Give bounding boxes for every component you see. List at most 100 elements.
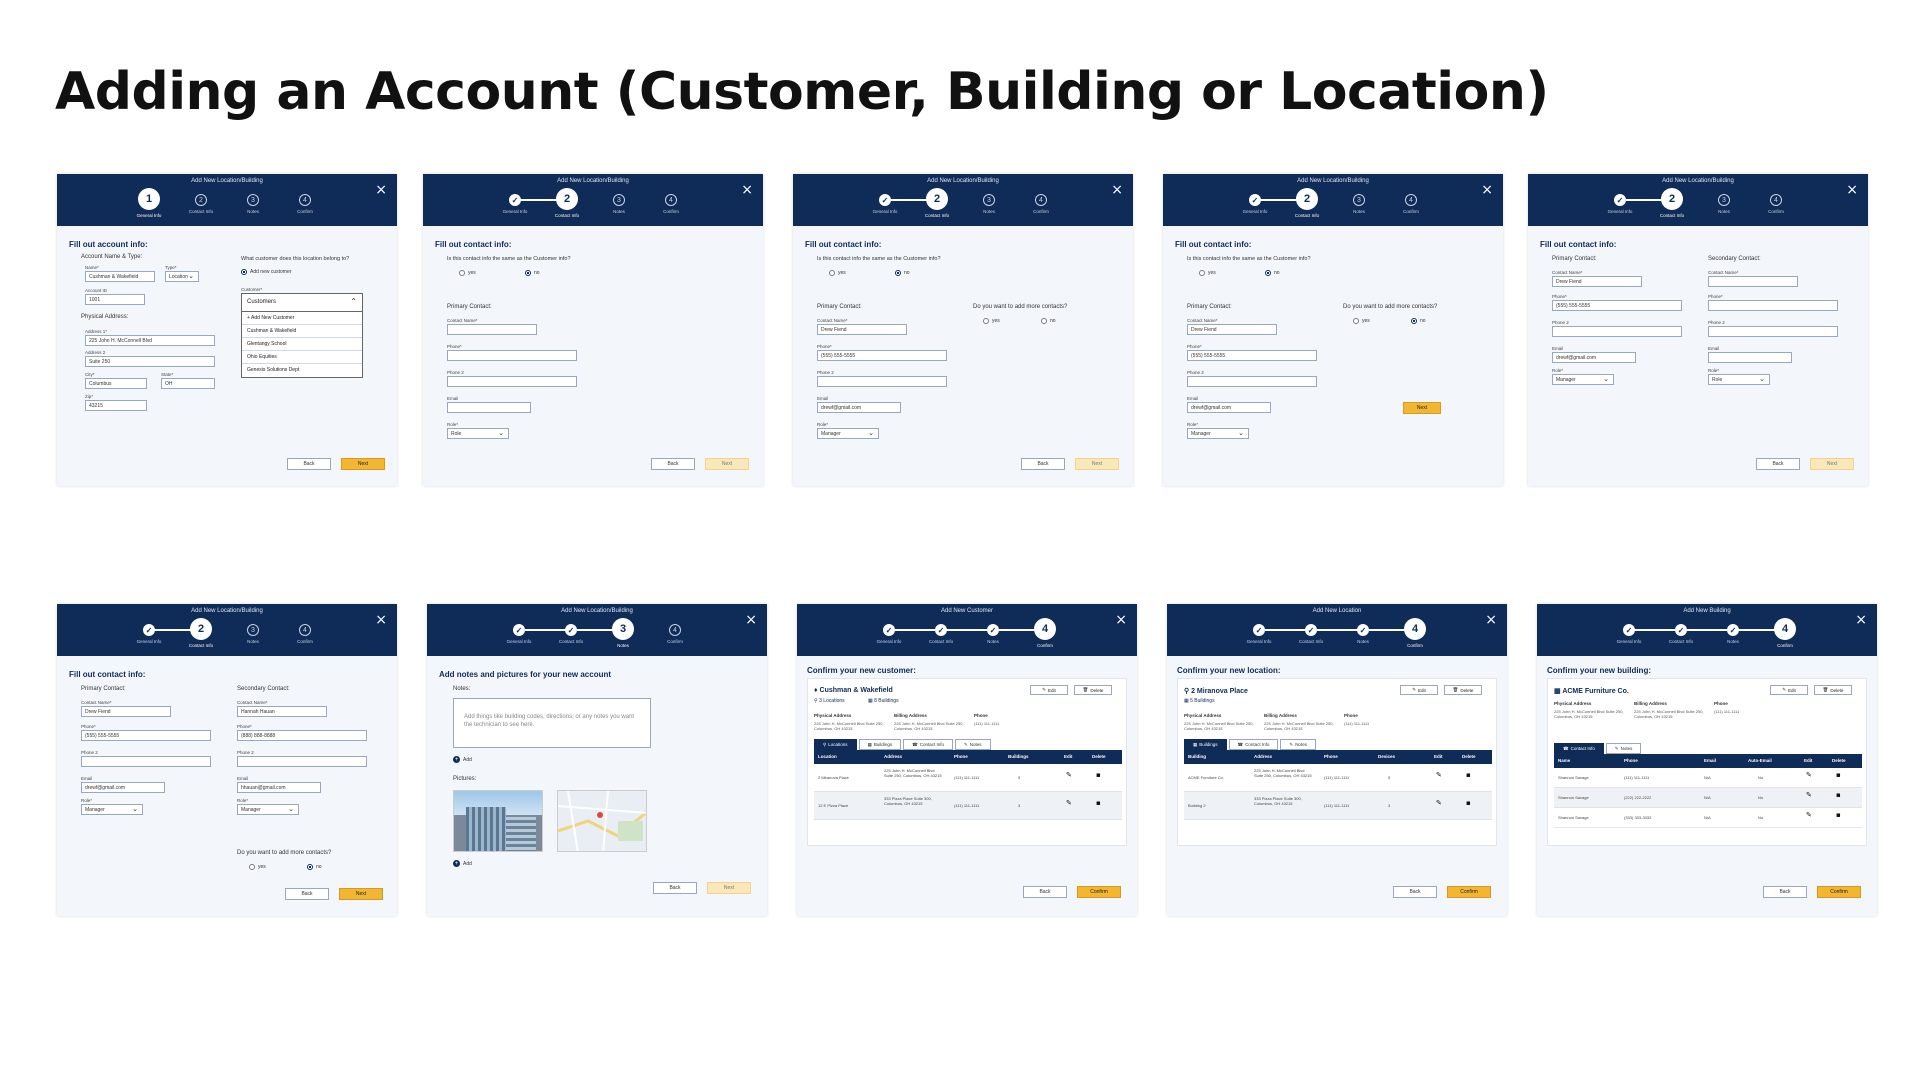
close-icon[interactable]: × <box>1115 612 1127 628</box>
yes-radio[interactable]: yes <box>1199 270 1216 276</box>
role-select[interactable]: Manager ⌄ <box>817 428 879 439</box>
table-row[interactable]: Shannon Savage (111) 111-1111 N/A No ✎ ▪ <box>1554 768 1862 788</box>
secondary-email-input[interactable] <box>1708 352 1792 363</box>
more-yes-radio[interactable]: yes <box>983 318 1000 324</box>
phone-input[interactable]: (555) 555-5555 <box>1187 350 1317 361</box>
edit-button[interactable]: ✎ Edit <box>1030 685 1068 695</box>
primary-email-input[interactable]: drewf@gmail.com <box>1552 352 1636 363</box>
back-button[interactable]: Back <box>1023 886 1067 898</box>
back-button[interactable]: Back <box>285 888 329 900</box>
table-row[interactable]: Building 2 333 Pizza Place Suite 300, Co… <box>1184 792 1492 820</box>
back-button[interactable]: Back <box>651 458 695 470</box>
table-row[interactable]: ACME Furniture Co. 225 John H. McConnell… <box>1184 764 1492 792</box>
primary-phone2-input[interactable] <box>81 756 211 767</box>
primary-role-select[interactable]: Manager ⌄ <box>1552 374 1614 385</box>
state-input[interactable]: OH <box>161 378 215 389</box>
role-select[interactable]: Role ⌄ <box>447 428 509 439</box>
tab-buildings[interactable]: ▦ Buildings <box>858 739 902 750</box>
dropdown-item[interactable]: Genesis Solutions Dept <box>242 364 362 377</box>
phone2-input[interactable] <box>817 376 947 387</box>
yes-radio[interactable]: yes <box>459 270 476 276</box>
primary-contact-name-input[interactable]: Drew Fiend <box>81 706 171 717</box>
dropdown-item[interactable]: Cushman & Wakefield <box>242 325 362 338</box>
secondary-phone2-input[interactable] <box>1708 326 1838 337</box>
table-row[interactable]: 2 Miranova Place 225 John H. McConnell B… <box>814 764 1122 792</box>
secondary-contact-name-input[interactable] <box>1708 276 1798 287</box>
table-row[interactable]: 12 E Pizza Place 333 Pizza Place Suite 3… <box>814 792 1122 820</box>
close-icon[interactable]: × <box>1481 182 1493 198</box>
close-icon[interactable]: × <box>745 612 757 628</box>
add-picture-button[interactable]: + Add <box>453 860 472 867</box>
tab-notes[interactable]: ✎ Notes <box>954 739 991 750</box>
primary-phone2-input[interactable] <box>1552 326 1682 337</box>
contact-name-input[interactable]: Drew Fiend <box>1187 324 1277 335</box>
no-radio[interactable]: no <box>895 270 910 276</box>
back-button[interactable]: Back <box>287 458 331 470</box>
confirm-button[interactable]: Confirm <box>1817 886 1861 898</box>
address1-input[interactable]: 225 John H. McConnell Blvd <box>85 335 215 346</box>
secondary-role-select[interactable]: Manager ⌄ <box>237 804 299 815</box>
secondary-phone2-input[interactable] <box>237 756 367 767</box>
close-icon[interactable]: × <box>375 182 387 198</box>
email-input[interactable]: drewf@gmail.com <box>817 402 901 413</box>
next-button[interactable]: Next <box>341 458 385 470</box>
next-button[interactable]: Next <box>707 882 751 894</box>
secondary-phone-input[interactable]: (888) 888-8888 <box>237 730 367 741</box>
more-no-radio[interactable]: no <box>1041 318 1056 324</box>
secondary-role-select[interactable]: Role ⌄ <box>1708 374 1770 385</box>
table-row[interactable]: Shannon Savage (222) 222-2222 N/A No ✎ ▪ <box>1554 788 1862 808</box>
add-note-button[interactable]: + Add <box>453 756 472 763</box>
account-id-input[interactable]: 1001 <box>85 294 145 305</box>
phone-input[interactable] <box>447 350 577 361</box>
primary-contact-name-input[interactable]: Drew Fiend <box>1552 276 1642 287</box>
email-input[interactable]: drewf@gmail.com <box>1187 402 1271 413</box>
next-button[interactable]: Next <box>1810 458 1854 470</box>
yes-radio[interactable]: yes <box>829 270 846 276</box>
edit-button[interactable]: ✎ Edit <box>1770 685 1808 695</box>
tab-locations[interactable]: ⚲ Locations <box>814 739 857 750</box>
tab-contact-info[interactable]: ☎ Contact Info <box>1554 743 1604 754</box>
dropdown-item[interactable]: Ohio Equities <box>242 351 362 364</box>
primary-role-select[interactable]: Manager ⌄ <box>81 804 143 815</box>
table-row[interactable]: Shannon Savage (333) 333-3333 N/A No ✎ ▪ <box>1554 808 1862 828</box>
next-button[interactable]: Next <box>1075 458 1119 470</box>
building-photo[interactable] <box>453 790 543 852</box>
secondary-phone-input[interactable] <box>1708 300 1838 311</box>
address2-input[interactable]: Suite 250 <box>85 356 215 367</box>
tab-contact-info[interactable]: ☎ Contact Info <box>1228 739 1279 750</box>
city-input[interactable]: Columbus <box>85 378 147 389</box>
close-icon[interactable]: × <box>375 612 387 628</box>
delete-button[interactable]: 🗑 Delete <box>1814 685 1852 695</box>
next-button[interactable]: Next <box>1403 402 1441 414</box>
edit-button[interactable]: ✎ Edit <box>1400 685 1438 695</box>
type-select[interactable]: Location ⌄ <box>165 271 199 282</box>
dropdown-item[interactable]: + Add New Customer <box>242 312 362 325</box>
customer-dropdown[interactable]: Customers ⌃ + Add New Customer Cushman & … <box>241 293 363 378</box>
name-input[interactable]: Cushman & Wakefield <box>85 271 155 282</box>
delete-button[interactable]: 🗑 Delete <box>1074 685 1112 695</box>
contact-name-input[interactable] <box>447 324 537 335</box>
tab-notes[interactable]: ✎ Notes <box>1280 739 1316 750</box>
zip-input[interactable]: 43215 <box>85 400 147 411</box>
close-icon[interactable]: × <box>1855 612 1867 628</box>
confirm-button[interactable]: Confirm <box>1077 886 1121 898</box>
back-button[interactable]: Back <box>1756 458 1800 470</box>
back-button[interactable]: Back <box>1021 458 1065 470</box>
tab-notes[interactable]: ✎ Notes <box>1605 743 1642 754</box>
close-icon[interactable]: × <box>741 182 753 198</box>
more-no-radio[interactable]: no <box>1411 318 1426 324</box>
more-yes-radio[interactable]: yes <box>249 864 266 870</box>
add-new-customer-radio[interactable]: Add new customer <box>241 269 291 275</box>
more-no-radio[interactable]: no <box>307 864 322 870</box>
next-button[interactable]: Next <box>339 888 383 900</box>
back-button[interactable]: Back <box>1393 886 1437 898</box>
notes-textarea[interactable]: Add things like building codes, directio… <box>453 698 651 748</box>
tab-buildings[interactable]: ▦ Buildings <box>1184 739 1227 750</box>
back-button[interactable]: Back <box>653 882 697 894</box>
secondary-email-input[interactable]: hhauan@gmail.com <box>237 782 321 793</box>
phone2-input[interactable] <box>447 376 577 387</box>
primary-phone-input[interactable]: (555) 555-5555 <box>81 730 211 741</box>
delete-button[interactable]: 🗑 Delete <box>1444 685 1482 695</box>
no-radio[interactable]: no <box>525 270 540 276</box>
tab-contact-info[interactable]: ☎ Contact Info <box>903 739 953 750</box>
